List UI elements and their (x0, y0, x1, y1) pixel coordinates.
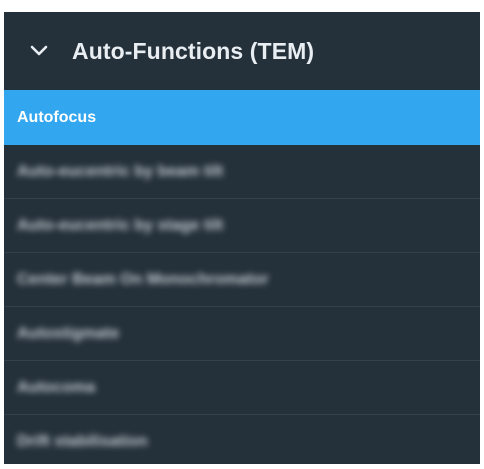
auto-functions-list: Autofocus Auto-eucentric by beam tilt Au… (4, 90, 480, 469)
list-item-label: Drift stabilisation (17, 433, 148, 450)
list-item[interactable]: Autostigmate (4, 307, 480, 361)
list-item[interactable]: Autocoma (4, 361, 480, 415)
list-item-label: Center Beam On Monochromator (17, 270, 269, 288)
list-item[interactable]: Drift stabilisation (4, 415, 480, 469)
list-item-label: Autostigmate (17, 324, 120, 342)
section-header-auto-functions[interactable]: Auto-Functions (TEM) (4, 12, 480, 90)
list-item[interactable]: Center Beam On Monochromator (4, 253, 480, 307)
auto-functions-panel: Auto-Functions (TEM) Autofocus Auto-euce… (4, 12, 480, 464)
list-item[interactable]: Auto-eucentric by beam tilt (4, 145, 480, 199)
list-item-label: Auto-eucentric by beam tilt (17, 162, 224, 180)
list-item[interactable]: Auto-eucentric by stage tilt (4, 199, 480, 253)
list-item-label: Autofocus (17, 108, 97, 126)
section-title: Auto-Functions (TEM) (72, 37, 315, 64)
chevron-down-icon[interactable] (30, 42, 48, 60)
list-item-label: Autocoma (17, 378, 96, 396)
list-item-autofocus[interactable]: Autofocus (4, 90, 480, 145)
list-item-label: Auto-eucentric by stage tilt (17, 216, 224, 234)
